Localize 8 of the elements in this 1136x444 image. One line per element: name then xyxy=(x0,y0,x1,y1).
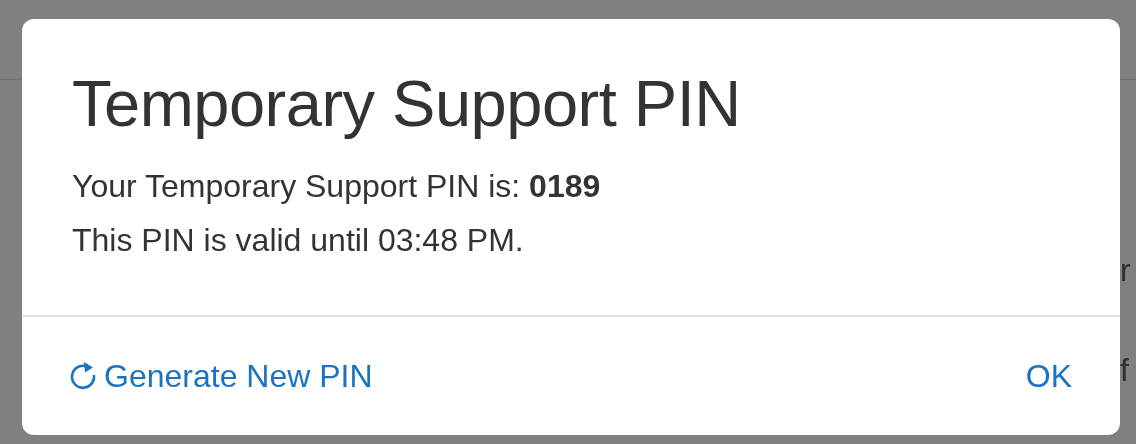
message-text: This PIN is valid until 03:48 PM. xyxy=(72,221,525,260)
refresh-icon xyxy=(68,361,98,391)
background-text: f xyxy=(1120,352,1129,389)
message-text: Your Temporary Support PIN is: 0189 xyxy=(72,167,602,206)
dialog-title: Temporary Support PIN xyxy=(72,69,742,139)
background-text: r xyxy=(1120,252,1131,289)
generate-pin-button[interactable]: Generate New PIN xyxy=(68,357,373,395)
ok-button[interactable]: OK xyxy=(1025,357,1072,395)
